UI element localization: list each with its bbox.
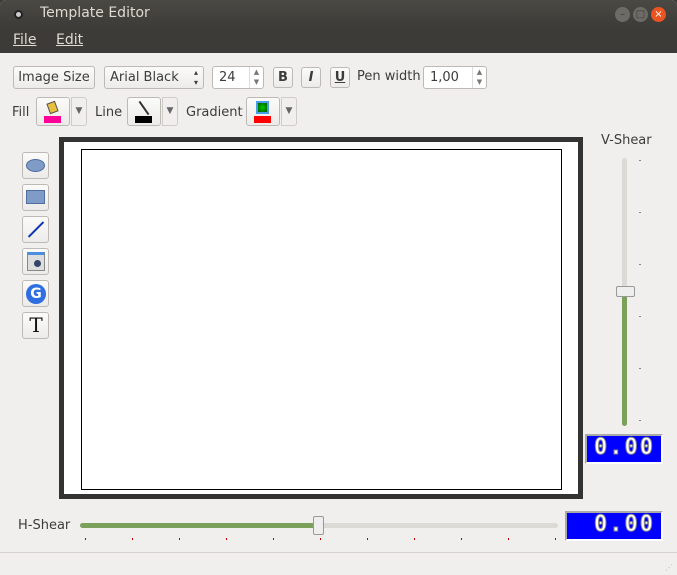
pen-width-spinbox[interactable]: 1,00 ▲ ▼ <box>423 66 487 89</box>
font-size-value: 24 <box>219 70 236 85</box>
rectangle-tool-button[interactable] <box>22 184 49 211</box>
line-color-swatch <box>135 116 152 123</box>
text-tool-button[interactable]: T <box>22 312 49 339</box>
rotate-tool-button[interactable]: G <box>22 280 49 307</box>
app-icon <box>14 10 23 19</box>
line-color-button[interactable] <box>127 97 161 126</box>
pen-width-label: Pen width <box>357 69 421 84</box>
hshear-lcd: 0.00 <box>565 511 663 541</box>
line-dropdown[interactable]: ▼ <box>162 97 178 126</box>
line-label: Line <box>95 105 123 120</box>
fill-color-button[interactable] <box>36 97 70 126</box>
vshear-slider[interactable] <box>615 158 641 428</box>
vshear-lcd: 0.00 <box>585 434 663 464</box>
image-icon <box>27 252 45 271</box>
hshear-label: H-Shear <box>18 518 71 533</box>
menu-bar: File Edit <box>0 29 677 53</box>
underline-button[interactable]: U <box>330 67 350 88</box>
hshear-thumb[interactable] <box>313 516 324 535</box>
close-button[interactable]: × <box>651 7 666 22</box>
ellipse-tool-button[interactable] <box>22 152 49 179</box>
gradient-icon <box>256 101 269 114</box>
bold-button[interactable]: B <box>273 67 293 88</box>
title-bar: Template Editor – □ × <box>0 0 677 29</box>
line-icon <box>27 221 45 238</box>
vshear-label: V-Shear <box>601 133 652 148</box>
fill-color-swatch <box>44 116 61 123</box>
ellipse-icon <box>26 159 45 172</box>
gradient-button[interactable] <box>246 97 280 126</box>
image-size-button[interactable]: Image Size <box>13 66 95 89</box>
window-title: Template Editor <box>40 5 150 21</box>
vshear-thumb[interactable] <box>616 286 635 297</box>
vshear-fill <box>622 292 627 426</box>
gradient-dropdown[interactable]: ▼ <box>281 97 297 126</box>
maximize-button[interactable]: □ <box>633 7 648 22</box>
image-tool-button[interactable] <box>22 248 49 275</box>
rotate-icon: G <box>26 284 46 304</box>
gradient-color-swatch <box>254 116 271 123</box>
template-editor-window: Template Editor – □ × File Edit Image Si… <box>0 0 677 575</box>
spin-arrows[interactable]: ▲ ▼ <box>472 67 486 88</box>
drawing-canvas[interactable] <box>59 137 583 499</box>
pen-width-value: 1,00 <box>430 70 459 85</box>
menu-file[interactable]: File <box>13 32 36 48</box>
fill-label: Fill <box>12 105 30 120</box>
spin-arrows[interactable]: ▲ ▼ <box>249 67 263 88</box>
pen-icon <box>138 100 150 116</box>
template-page[interactable] <box>81 149 562 490</box>
fill-bucket-icon <box>46 100 59 115</box>
italic-button[interactable]: I <box>301 67 321 88</box>
status-bar: ⋰ <box>0 552 677 575</box>
size-grip[interactable]: ⋰ <box>665 563 673 572</box>
hshear-fill <box>80 523 319 528</box>
rectangle-icon <box>26 190 45 204</box>
font-size-spinbox[interactable]: 24 ▲ ▼ <box>212 66 264 89</box>
hshear-slider[interactable] <box>80 515 560 543</box>
updown-icon: ▴ ▾ <box>193 68 198 87</box>
menu-edit[interactable]: Edit <box>56 32 83 48</box>
minimize-button[interactable]: – <box>615 7 630 22</box>
font-combo[interactable]: Arial Black ▴ ▾ <box>104 66 204 89</box>
gradient-label: Gradient <box>186 105 243 120</box>
line-tool-button[interactable] <box>22 216 49 243</box>
font-value: Arial Black <box>110 70 179 85</box>
text-icon: T <box>29 313 43 337</box>
fill-dropdown[interactable]: ▼ <box>71 97 87 126</box>
